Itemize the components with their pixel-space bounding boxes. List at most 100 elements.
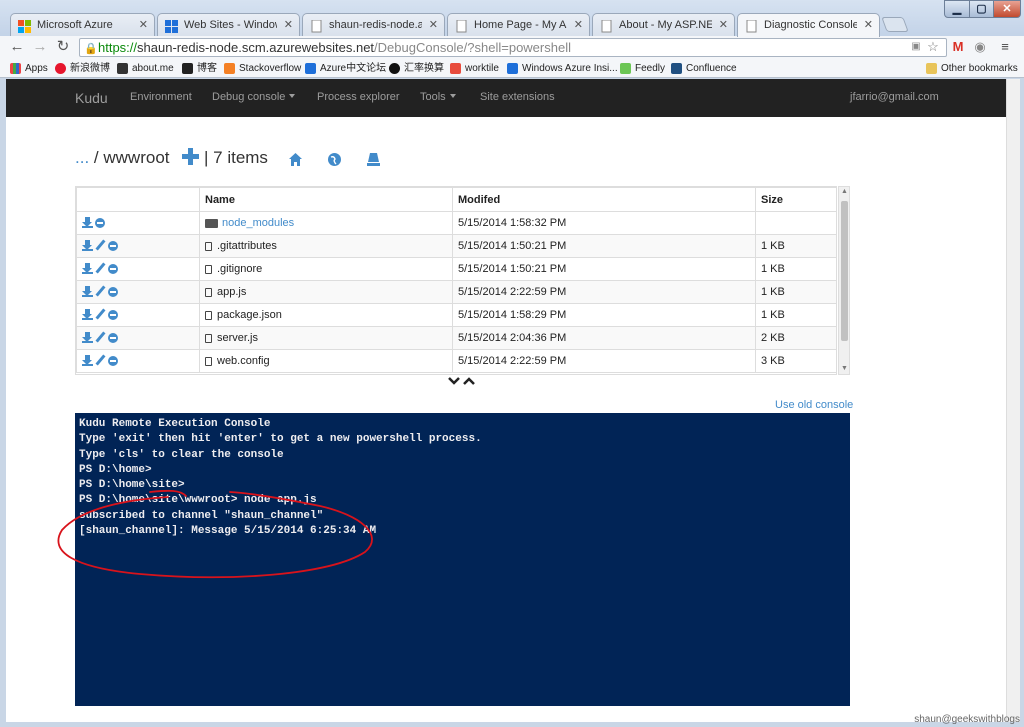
blog-icon: [182, 63, 193, 74]
cell-modified: 5/15/2014 2:22:59 PM: [452, 349, 756, 373]
download-icon[interactable]: [82, 217, 93, 228]
chevron-up-icon[interactable]: [463, 376, 475, 388]
tab-close-icon[interactable]: ✕: [574, 14, 583, 36]
bookmark-confluence[interactable]: Confluence: [671, 61, 737, 76]
nav-debug-console[interactable]: Debug console: [212, 91, 296, 103]
download-icon[interactable]: [82, 240, 93, 251]
bookmark-worktile[interactable]: worktile: [450, 61, 499, 76]
user-email[interactable]: jfarrio@gmail.com: [850, 91, 939, 103]
forward-arrow-icon[interactable]: →: [31, 38, 49, 56]
download-icon[interactable]: [82, 332, 93, 343]
caret-down-icon: [449, 94, 456, 98]
breadcrumb-up-link[interactable]: ...: [75, 148, 89, 167]
header-modified[interactable]: Modifed: [452, 187, 756, 212]
extension-icon[interactable]: ◉: [973, 40, 987, 54]
tab-diagnostic-console[interactable]: Diagnostic Console ✕: [737, 13, 880, 37]
table-scrollbar[interactable]: ▲ ▼: [838, 186, 850, 375]
chevron-down-icon[interactable]: [448, 376, 460, 388]
page-action-icon[interactable]: ▣: [909, 40, 923, 54]
gmail-icon[interactable]: M: [951, 40, 965, 54]
back-arrow-icon[interactable]: ←: [8, 38, 26, 56]
page-scrollbar[interactable]: [1006, 79, 1020, 722]
tab-close-icon[interactable]: ✕: [139, 14, 148, 36]
nav-tools[interactable]: Tools: [420, 91, 456, 103]
nav-site-extensions[interactable]: Site extensions: [480, 91, 555, 103]
edit-icon[interactable]: [95, 355, 106, 366]
delete-icon[interactable]: [108, 333, 118, 343]
confluence-icon: [671, 63, 682, 74]
download-icon[interactable]: [82, 263, 93, 274]
bookmark-star-icon[interactable]: ☆: [926, 40, 940, 54]
console-line: Type 'cls' to clear the console: [79, 448, 284, 461]
cell-size: [755, 211, 836, 235]
tab-close-icon[interactable]: ✕: [864, 14, 873, 36]
bookmark-exchange-rate[interactable]: 汇率换算: [389, 61, 444, 76]
download-icon[interactable]: [82, 355, 93, 366]
header-actions: [76, 187, 200, 212]
tab-close-icon[interactable]: ✕: [719, 14, 728, 36]
tab-close-icon[interactable]: ✕: [284, 14, 293, 36]
tab-about[interactable]: About - My ASP.NET Appl ✕: [592, 13, 735, 36]
nav-environment[interactable]: Environment: [130, 91, 192, 103]
address-bar[interactable]: 🔒 https://shaun-redis-node.scm.azurewebs…: [79, 38, 947, 57]
bookmark-weibo[interactable]: 新浪微博: [55, 61, 110, 76]
tab-shaun-redis-node[interactable]: shaun-redis-node.azurew ✕: [302, 13, 445, 36]
menu-icon[interactable]: ≡: [998, 40, 1012, 54]
browser-toolbar: ← → ↻ 🔒 https://shaun-redis-node.scm.azu…: [0, 36, 1024, 59]
reload-icon[interactable]: ↻: [54, 38, 72, 56]
new-tab-button[interactable]: [881, 17, 909, 32]
delete-icon[interactable]: [108, 287, 118, 297]
other-bookmarks[interactable]: Other bookmarks: [926, 61, 1018, 76]
bookmark-stackoverflow[interactable]: Stackoverflow: [224, 61, 301, 76]
bookmark-blog[interactable]: 博客: [182, 61, 217, 76]
bookmark-about-me[interactable]: about.me: [117, 61, 174, 76]
add-icon[interactable]: [182, 148, 199, 165]
cell-size: 1 KB: [755, 257, 836, 281]
delete-icon[interactable]: [108, 241, 118, 251]
file-icon: [205, 265, 212, 274]
folder-link[interactable]: node_modules: [205, 217, 294, 229]
delete-icon[interactable]: [95, 218, 105, 228]
caret-down-icon: [289, 94, 296, 98]
delete-icon[interactable]: [108, 264, 118, 274]
edit-icon[interactable]: [95, 286, 106, 297]
tab-web-sites[interactable]: Web Sites - Windows Azu ✕: [157, 13, 300, 36]
bookmark-azure-forum[interactable]: Azure中文论坛: [305, 61, 386, 76]
download-icon[interactable]: [82, 309, 93, 320]
header-name[interactable]: Name: [199, 187, 453, 212]
window-close-button[interactable]: ✕: [993, 0, 1021, 18]
home-icon[interactable]: [288, 152, 303, 167]
page-content: Kudu Environment Debug console Process e…: [6, 79, 1006, 722]
bookmark-windows-azure-insider[interactable]: Windows Azure Insi...: [507, 61, 618, 76]
table-header-row: Name Modifed Size: [76, 187, 836, 212]
page-icon: [600, 19, 613, 33]
drive-icon[interactable]: [366, 152, 381, 167]
kudu-brand[interactable]: Kudu: [75, 90, 108, 106]
watermark: shaun@geekswithblogs: [914, 714, 1020, 725]
edit-icon[interactable]: [95, 309, 106, 320]
use-old-console-link[interactable]: Use old console: [775, 399, 853, 411]
scroll-thumb[interactable]: [841, 201, 848, 341]
window-minimize-button[interactable]: ▁: [944, 0, 970, 18]
delete-icon[interactable]: [108, 356, 118, 366]
nav-process-explorer[interactable]: Process explorer: [317, 91, 400, 103]
window-maximize-button[interactable]: ▢: [969, 0, 994, 18]
download-icon[interactable]: [82, 286, 93, 297]
tab-close-icon[interactable]: ✕: [429, 14, 438, 36]
header-size[interactable]: Size: [755, 187, 836, 212]
currency-icon: [389, 63, 400, 74]
edit-icon[interactable]: [95, 332, 106, 343]
globe-icon[interactable]: [327, 152, 342, 167]
tab-microsoft-azure[interactable]: Microsoft Azure ✕: [10, 13, 155, 36]
windows-logo-icon: [18, 19, 31, 33]
tab-home-page[interactable]: Home Page - My ASP.NET ✕: [447, 13, 590, 36]
powershell-console[interactable]: Kudu Remote Execution Console Type 'exit…: [75, 413, 850, 706]
edit-icon[interactable]: [95, 263, 106, 274]
bookmark-apps[interactable]: Apps: [10, 61, 48, 76]
scroll-down-arrow-icon[interactable]: ▼: [841, 365, 848, 372]
bookmark-feedly[interactable]: Feedly: [620, 61, 665, 76]
delete-icon[interactable]: [108, 310, 118, 320]
edit-icon[interactable]: [95, 240, 106, 251]
file-icon: [205, 357, 212, 366]
scroll-up-arrow-icon[interactable]: ▲: [841, 188, 848, 195]
